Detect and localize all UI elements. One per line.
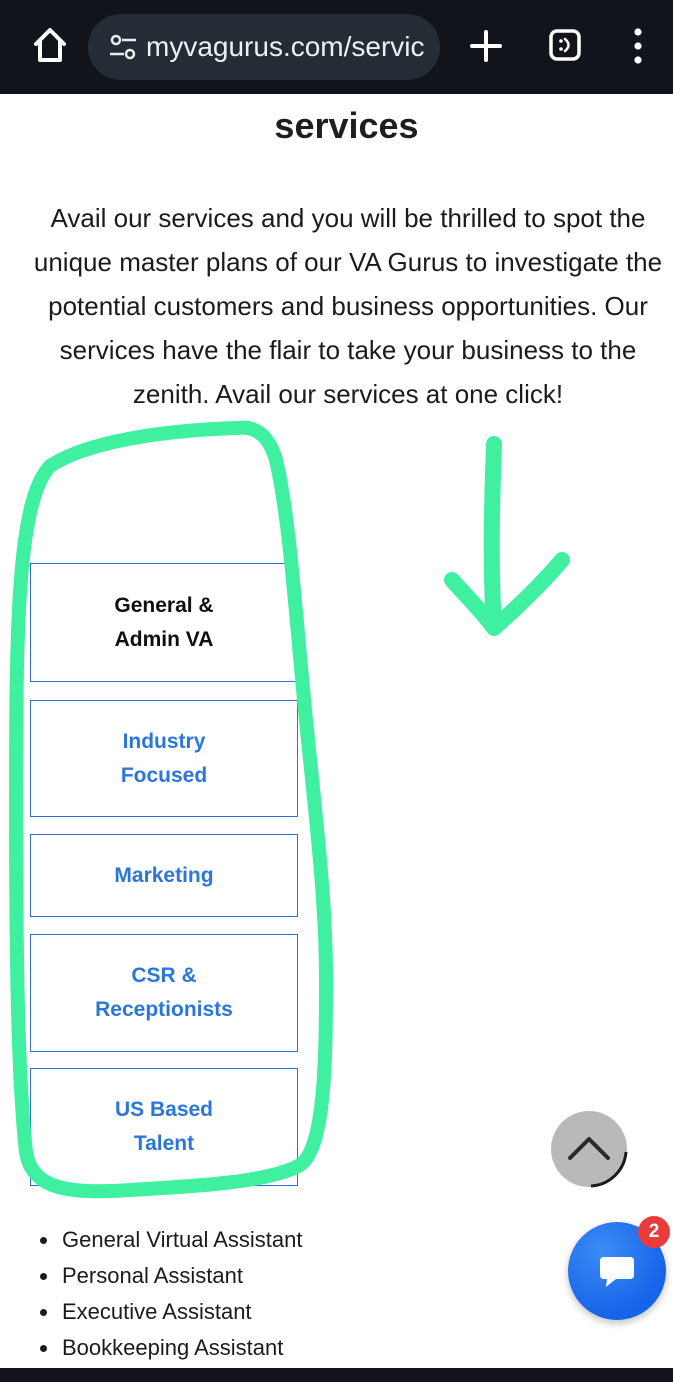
tab-label: General & Admin VA	[114, 593, 214, 651]
tab-label: CSR & Receptionists	[95, 964, 233, 1021]
chat-bubble-icon	[600, 1257, 634, 1287]
down-arrow-annotation	[444, 436, 570, 636]
list-item: General Virtual Assistant	[38, 1222, 398, 1258]
list-item: Bookkeeping Assistant	[38, 1330, 398, 1366]
tab-label: Industry Focused	[120, 729, 208, 787]
page-viewport: myvagurus.com/servic services Avail our …	[0, 0, 673, 1382]
tab-switcher-icon	[549, 29, 581, 61]
tab-label: US Based Talent	[114, 1098, 214, 1155]
tab-marketing[interactable]: Marketing	[30, 834, 298, 917]
site-settings-icon[interactable]	[108, 34, 138, 60]
plus-icon	[470, 30, 502, 62]
address-bar[interactable]: myvagurus.com/servic	[88, 14, 440, 80]
list-item: Executive Assistant	[38, 1294, 398, 1330]
tab-switcher-button[interactable]	[548, 28, 582, 62]
list-item: Personal Assistant	[38, 1258, 398, 1294]
notification-badge: 2	[638, 1216, 670, 1248]
browser-toolbar: myvagurus.com/servic	[0, 0, 673, 94]
scroll-to-top-button[interactable]	[548, 1108, 630, 1190]
section-intro: Avail our services and you will be thril…	[33, 203, 663, 409]
tab-industry-focused[interactable]: Industry Focused	[30, 700, 298, 817]
tab-label: Marketing	[114, 863, 214, 887]
tab-general-admin-va[interactable]: General & Admin VA	[30, 563, 298, 682]
section-heading: services	[274, 105, 419, 146]
services-list: General Virtual Assistant Personal Assis…	[38, 1222, 398, 1366]
url-text[interactable]: myvagurus.com/servic	[146, 31, 436, 63]
overflow-menu-button[interactable]	[630, 26, 646, 66]
new-tab-button[interactable]	[468, 28, 504, 64]
tab-us-based-talent[interactable]: US Based Talent	[30, 1068, 298, 1186]
tab-csr-receptionists[interactable]: CSR & Receptionists	[30, 934, 298, 1052]
home-button[interactable]	[30, 22, 70, 66]
chat-button[interactable]: 2	[568, 1216, 670, 1320]
more-vertical-icon	[634, 28, 642, 64]
home-icon	[34, 28, 66, 62]
system-bottom-bar	[0, 1368, 673, 1382]
